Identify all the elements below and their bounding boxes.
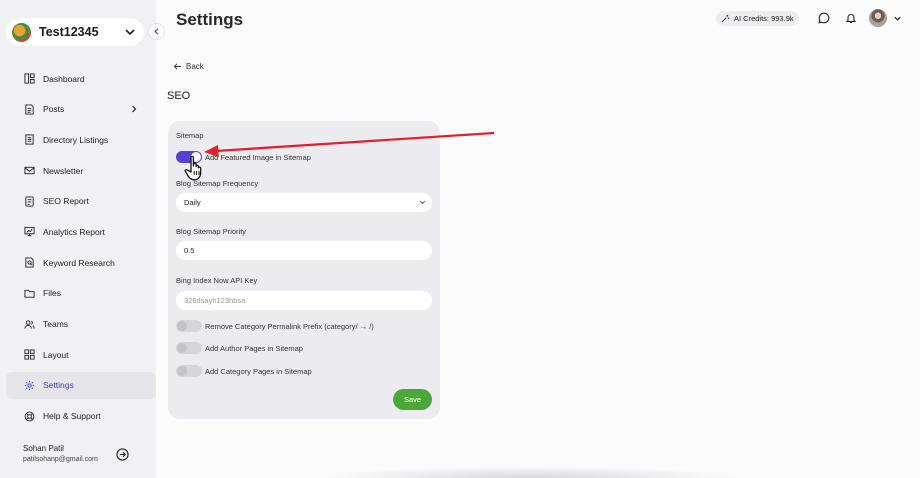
bell-icon[interactable] (845, 12, 857, 24)
toggle-knob (177, 343, 187, 353)
priority-label: Blog Sitemap Priority (176, 227, 247, 236)
sidebar-item-seo-report[interactable]: SEO Report (6, 188, 156, 215)
page-title: Settings (176, 10, 244, 29)
sidebar-item-label: Newsletter (43, 165, 84, 176)
toggle-knob (177, 366, 187, 376)
ai-credits-badge[interactable]: AI Credits: 993.9k (716, 11, 799, 26)
sidebar-item-label: Teams (43, 319, 69, 329)
sidebar-item-label: Keyword Research (43, 257, 115, 268)
analytics-icon (24, 227, 35, 237)
collapse-sidebar-button[interactable] (148, 23, 165, 40)
chevron-down-icon (125, 29, 135, 36)
users-icon (24, 319, 35, 329)
frequency-select[interactable]: Daily (176, 193, 432, 212)
sidebar-item-posts[interactable]: Posts (6, 96, 156, 123)
posts-icon (25, 104, 34, 115)
sidebar-item-files[interactable]: Files (6, 280, 156, 307)
directory-icon (25, 134, 34, 145)
bottom-shadow (320, 466, 740, 478)
sidebar-item-teams[interactable]: Teams (6, 311, 156, 338)
sidebar-item-label: Directory Listings (43, 134, 109, 145)
ai-credits-text: AI Credits: 993.9k (734, 14, 794, 23)
sidebar-item-help-support[interactable]: Help & Support (6, 403, 156, 430)
workspace-avatar (12, 22, 31, 42)
toggle-knob (177, 321, 187, 331)
section-title: SEO (167, 90, 191, 102)
keyword-icon (25, 257, 34, 268)
hand-cursor-icon (184, 155, 202, 181)
sidebar-item-newsletter[interactable]: Newsletter (6, 157, 156, 184)
user-info: Sohan Patil patilsohanp@gmail.com (23, 444, 98, 463)
sidebar-item-analytics-report[interactable]: Analytics Report (6, 218, 156, 245)
remove-category-prefix-toggle[interactable] (176, 320, 202, 332)
sparkle-wand-icon (721, 14, 730, 23)
sidebar-item-label: Files (43, 288, 61, 299)
remove-category-prefix-label: Remove Category Permalink Prefix (catego… (205, 322, 374, 331)
sidebar-item-label: Layout (43, 349, 69, 360)
bing-key-field[interactable] (176, 291, 432, 310)
save-button[interactable]: Save (393, 389, 432, 410)
logout-icon[interactable] (116, 448, 129, 461)
sidebar-item-directory-listings[interactable]: Directory Listings (6, 126, 156, 153)
author-pages-toggle[interactable] (176, 342, 202, 354)
sidebar-item-label: Dashboard (43, 73, 85, 84)
category-pages-label: Add Category Pages in Sitemap (205, 367, 312, 376)
sidebar-item-label: Analytics Report (43, 226, 105, 237)
user-avatar[interactable] (869, 9, 887, 27)
arrow-left-icon (173, 63, 182, 70)
sidebar-item-label: Help & Support (43, 411, 101, 422)
sidebar-item-keyword-research[interactable]: Keyword Research (6, 249, 156, 276)
bing-key-label: Bing Index Now API Key (176, 276, 258, 285)
mail-icon (24, 166, 35, 175)
sidebar: Test12345 Dashboard Posts Directory List… (0, 0, 156, 478)
sidebar-item-label: Settings (43, 380, 74, 391)
sidebar-item-settings[interactable]: Settings (6, 371, 156, 399)
chevron-down-icon[interactable] (893, 14, 902, 23)
dashboard-icon (24, 73, 35, 84)
report-icon (25, 196, 34, 207)
chevron-right-icon (132, 105, 137, 113)
chat-icon[interactable] (818, 12, 830, 24)
folder-icon (24, 289, 35, 298)
back-label: Back (186, 62, 204, 71)
layout-icon (24, 349, 35, 360)
sidebar-item-dashboard[interactable]: Dashboard (6, 65, 156, 92)
chevron-down-icon (419, 200, 426, 205)
chevron-left-icon (154, 28, 159, 35)
annotation-arrow (204, 131, 495, 157)
user-email: patilsohanp@gmail.com (23, 456, 98, 463)
bing-key-input[interactable] (184, 291, 432, 310)
gear-icon (24, 380, 35, 390)
priority-field[interactable] (176, 241, 432, 260)
workspace-name: Test12345 (39, 25, 99, 39)
category-pages-toggle[interactable] (176, 365, 202, 377)
user-name: Sohan Patil (23, 444, 64, 453)
back-link[interactable]: Back (173, 62, 204, 71)
sidebar-item-label: Posts (43, 104, 65, 115)
author-pages-label: Add Author Pages in Sitemap (205, 344, 303, 353)
frequency-value: Daily (184, 198, 201, 207)
workspace-switcher[interactable]: Test12345 (6, 18, 144, 46)
sidebar-item-label: SEO Report (43, 196, 89, 207)
sidebar-item-layout[interactable]: Layout (6, 341, 156, 368)
help-icon (24, 411, 35, 421)
sidebar-nav: Dashboard Posts Directory Listings Newsl… (6, 65, 156, 433)
priority-input[interactable] (184, 241, 432, 260)
